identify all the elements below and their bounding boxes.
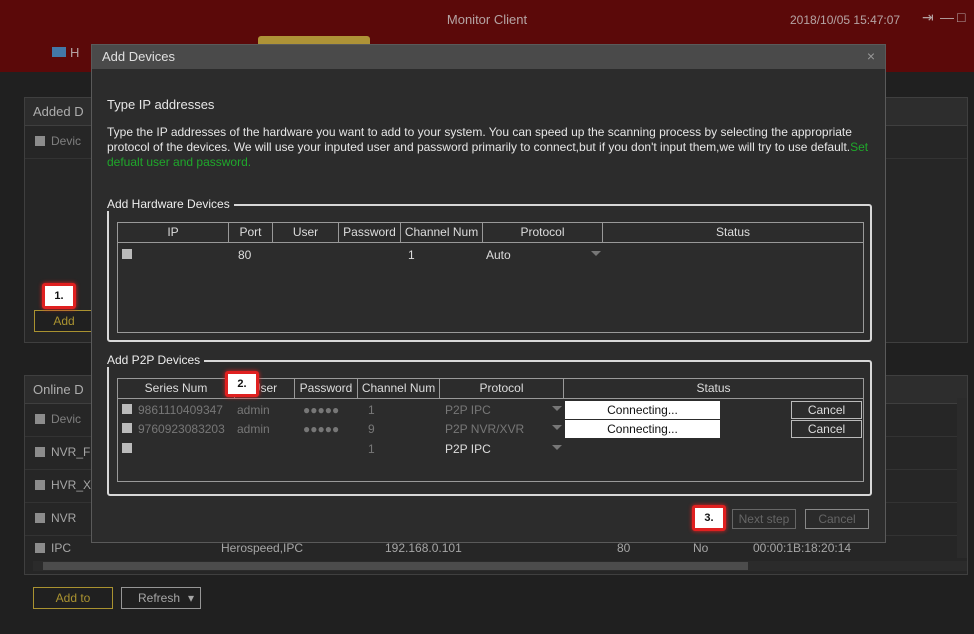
col-protocol: Protocol [440, 379, 564, 398]
cancel-row-button[interactable]: Cancel [791, 420, 862, 438]
dialog-title: Add Devices [102, 49, 175, 64]
dropdown-arrow-icon[interactable] [552, 445, 562, 450]
next-step-button[interactable]: Next step [732, 509, 796, 529]
add-devices-dialog: Add Devices × Type IP addresses Type the… [91, 44, 886, 543]
col-channel: Channel Num [401, 223, 483, 242]
col-user: User [273, 223, 339, 242]
port-value[interactable]: 80 [238, 247, 251, 263]
hardware-table: IP Port User Password Channel Num Protoc… [117, 222, 864, 333]
password-value: ●●●●● [303, 403, 340, 417]
user-value: admin [237, 403, 270, 417]
row-checkbox[interactable] [122, 249, 132, 259]
row-checkbox[interactable] [122, 404, 132, 414]
status-value: Connecting... [565, 401, 720, 419]
col-password: Password [339, 223, 401, 242]
dialog-header: Add Devices × [92, 45, 885, 69]
channel-value[interactable]: 1 [368, 441, 375, 457]
protocol-select[interactable]: Auto [486, 247, 511, 263]
hardware-table-header: IP Port User Password Channel Num Protoc… [118, 223, 863, 243]
annotation-badge: 3. [692, 505, 726, 531]
protocol-select[interactable]: P2P IPC [445, 441, 491, 457]
dropdown-arrow-icon[interactable] [552, 425, 562, 430]
dialog-heading: Type IP addresses [107, 97, 215, 112]
col-status: Status [696, 381, 731, 395]
row-checkbox[interactable] [122, 443, 132, 453]
cancel-row-button[interactable]: Cancel [791, 401, 862, 419]
annotation-badge: 2. [225, 371, 259, 397]
hardware-devices-group: Add Hardware Devices IP Port User Passwo… [107, 197, 872, 342]
p2p-devices-group: Add P2P Devices Series Num User Password… [107, 353, 872, 496]
dropdown-arrow-icon[interactable] [552, 406, 562, 411]
close-icon[interactable]: × [867, 48, 875, 64]
dialog-description: Type the IP addresses of the hardware yo… [107, 125, 869, 169]
dropdown-arrow-icon[interactable] [591, 251, 601, 256]
series-value: 9861110409347 [138, 403, 223, 417]
channel-value: 1 [368, 403, 375, 417]
hardware-legend: Add Hardware Devices [107, 197, 234, 211]
col-status: Status [715, 225, 751, 239]
status-value: Connecting... [565, 420, 720, 438]
password-value: ●●●●● [303, 422, 340, 436]
annotation-badge: 1. [42, 283, 76, 309]
cancel-button[interactable]: Cancel [805, 509, 869, 529]
protocol-select[interactable]: P2P IPC [445, 402, 491, 418]
col-port: Port [229, 223, 273, 242]
protocol-select[interactable]: P2P NVR/XVR [445, 421, 524, 437]
channel-value[interactable]: 1 [408, 247, 415, 263]
col-ip: IP [118, 223, 229, 242]
p2p-legend: Add P2P Devices [107, 353, 205, 367]
user-value: admin [237, 422, 270, 436]
col-protocol: Protocol [483, 223, 603, 242]
col-password: Password [295, 379, 358, 398]
row-checkbox[interactable] [122, 423, 132, 433]
col-series: Series Num [118, 379, 235, 398]
channel-value: 9 [368, 422, 375, 436]
col-channel: Channel Num [358, 379, 440, 398]
series-value: 9760923083203 [138, 422, 225, 436]
